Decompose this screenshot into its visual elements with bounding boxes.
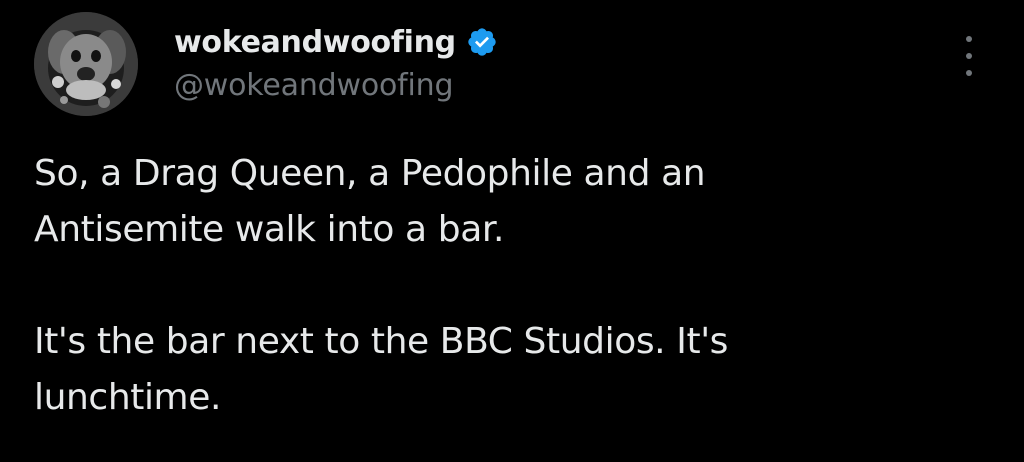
tweet-line: So, a Drag Queen, a Pedophile and an [34,153,706,194]
tweet-line: It's the bar next to the BBC Studios. It… [34,321,729,362]
author-handle[interactable]: @wokeandwoofing [174,68,453,103]
avatar[interactable] [34,12,138,116]
verified-badge-icon [468,28,496,56]
more-options-button[interactable] [952,36,986,76]
tweet-line: Antisemite walk into a bar. [34,209,504,250]
more-vertical-icon-dot [966,70,972,76]
more-vertical-icon-dot [966,53,972,59]
tweet-line: lunchtime. [34,377,222,418]
more-vertical-icon [966,36,972,42]
tweet-text: So, a Drag Queen, a Pedophile and an Ant… [34,146,994,426]
author-name-row[interactable]: wokeandwoofing [174,20,498,64]
tweet-card: wokeandwoofing @wokeandwoofing So, a Dra… [0,0,1024,462]
dog-avatar-icon [34,12,138,116]
author-display-name[interactable]: wokeandwoofing [174,25,456,60]
